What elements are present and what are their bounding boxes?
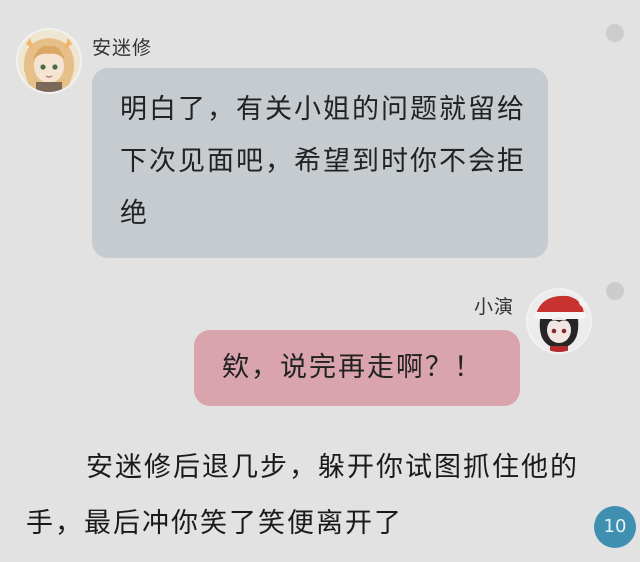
- status-dot: [606, 24, 624, 42]
- sender-name: 安迷修: [92, 37, 153, 59]
- page-number-badge[interactable]: 10: [594, 506, 636, 548]
- message-bubble[interactable]: 欸，说完再走啊？！: [194, 330, 520, 406]
- status-dot: [606, 282, 624, 300]
- anime-girl-avatar-icon[interactable]: [18, 30, 80, 92]
- sender-name: 小演: [474, 296, 515, 318]
- anime-santa-hat-avatar-icon[interactable]: [528, 290, 590, 352]
- narration-text: 安迷修后退几步，躲开你试图抓住他的手，最后冲你笑了笑便离开了: [26, 452, 579, 539]
- message-bubble[interactable]: 明白了，有关小姐的问题就留给下次见面吧，希望到时你不会拒绝: [92, 68, 548, 258]
